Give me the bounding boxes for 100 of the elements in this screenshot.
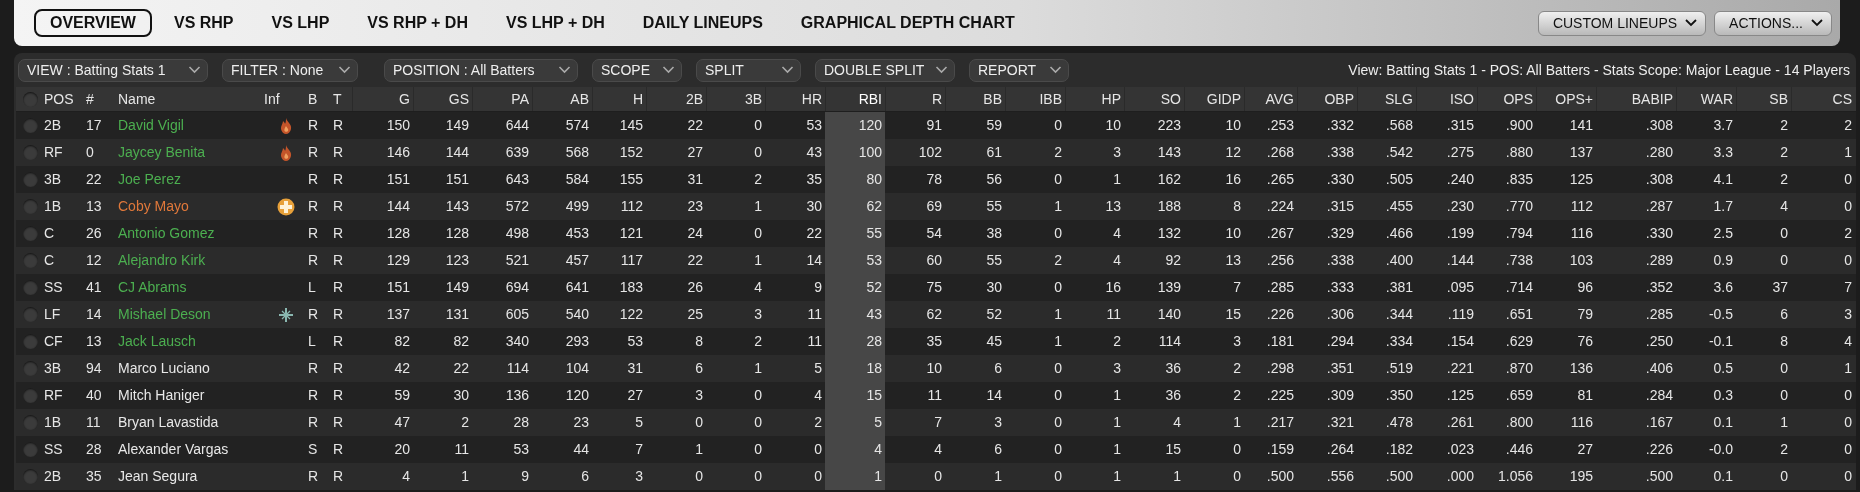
table-cell-text: 3	[993, 413, 1003, 432]
column-header[interactable]: IBB	[1005, 87, 1065, 111]
column-header[interactable]: AB	[532, 87, 592, 111]
row-radio[interactable]	[22, 469, 38, 484]
dropdown-button[interactable]: CUSTOM LINEUPS	[1537, 10, 1707, 36]
player-name[interactable]: Alexander Vargas	[118, 436, 264, 463]
player-name[interactable]: Joe Perez	[118, 166, 264, 193]
player-name[interactable]: Bryan Lavastida	[118, 409, 264, 436]
column-header[interactable]: HR	[765, 87, 825, 111]
player-name[interactable]: Marco Luciano	[118, 355, 264, 382]
filter-dropdown[interactable]: REPORT	[969, 58, 1069, 82]
table-cell-text: .261	[1445, 413, 1475, 432]
column-header[interactable]: PA	[472, 87, 532, 111]
row-radio[interactable]	[22, 442, 38, 457]
column-header[interactable]: 3B	[706, 87, 765, 111]
player-name[interactable]: CJ Abrams	[118, 274, 264, 301]
table-cell-text: 0	[1053, 170, 1063, 189]
player-name[interactable]: Coby Mayo	[118, 193, 264, 220]
column-header[interactable]: #	[86, 87, 118, 111]
player-name[interactable]: Mishael Deson	[118, 301, 264, 328]
row-radio[interactable]	[22, 361, 38, 376]
table-row[interactable]: RF 40 Mitch Haniger R R 59 30 136 120 27 3 0 4 15 11 14 0 1 36 2 .225 .309 .350 .125 .659 81 .284 0.3 0 0	[16, 382, 1856, 409]
column-header[interactable]: POS	[44, 87, 86, 111]
table-cell-text: .794	[1504, 224, 1534, 243]
row-radio[interactable]	[22, 388, 38, 403]
row-radio[interactable]	[22, 199, 38, 214]
table-cell-text: 2	[813, 413, 823, 432]
row-radio[interactable]	[22, 118, 38, 133]
table-cell: 43	[825, 301, 885, 328]
filter-dropdown[interactable]: POSITION : All Batters	[384, 58, 578, 82]
dropdown-button[interactable]: ACTIONS...	[1714, 10, 1832, 36]
column-header[interactable]: G	[352, 87, 413, 111]
column-header[interactable]: CS	[1791, 87, 1855, 111]
table-cell-text: 3	[1112, 143, 1122, 162]
player-name[interactable]: Jean Segura	[118, 463, 264, 490]
table-row[interactable]: SS 41 CJ Abrams L R 151 149 694 641 183 26 4 9 52 75 30 0 16 139 7 .285 .333 .381 .095 .714 96 .352 3.6 37 7	[16, 274, 1856, 301]
column-header[interactable]: SLG	[1357, 87, 1416, 111]
player-name[interactable]: David Vigil	[118, 112, 264, 139]
column-header[interactable]: GIDP	[1184, 87, 1244, 111]
row-radio[interactable]	[22, 226, 38, 241]
row-radio[interactable]	[22, 145, 38, 160]
player-name[interactable]: Jaycey Benita	[118, 139, 264, 166]
row-radio[interactable]	[22, 415, 38, 430]
table-row[interactable]: 3B 22 Joe Perez R R 151 151 643 584 155 31 2 35 80 78 56 0 1 162 16 .265 .330 .505 .240 .835 125 .308 4.1 2 0	[16, 166, 1856, 193]
filter-dropdown[interactable]: DOUBLE SPLIT	[815, 58, 955, 82]
table-row[interactable]: SS 28 Alexander Vargas S R 20 11 53 44 7 1 0 0 4 4 6 0 1 15 0 .159 .264 .182 .023 .446 27 .226 -0.0 2 0	[16, 436, 1856, 463]
column-header[interactable]: H	[592, 87, 646, 111]
column-header[interactable]: OPS	[1477, 87, 1536, 111]
tab[interactable]: VS LHP + DH	[489, 9, 621, 37]
column-header[interactable]: ISO	[1416, 87, 1477, 111]
row-radio[interactable]	[22, 253, 38, 268]
row-radio[interactable]	[22, 307, 38, 322]
table-cell-text: 2	[1779, 170, 1789, 189]
table-cell-text: 27	[626, 386, 644, 405]
column-header[interactable]: OPS+	[1536, 87, 1596, 111]
column-header[interactable]: OBP	[1297, 87, 1357, 111]
player-name[interactable]: Jack Lausch	[118, 328, 264, 355]
column-header[interactable]: SO	[1124, 87, 1184, 111]
column-header[interactable]: GS	[413, 87, 472, 111]
tab[interactable]: VS LHP	[255, 9, 346, 37]
table-cell-text: .330	[1325, 170, 1355, 189]
column-header[interactable]: AVG	[1244, 87, 1297, 111]
filter-dropdown[interactable]: SCOPE	[592, 58, 682, 82]
filter-dropdown[interactable]: FILTER : None	[222, 58, 358, 82]
column-header[interactable]: HP	[1065, 87, 1124, 111]
filter-dropdown[interactable]: SPLIT	[696, 58, 801, 82]
row-radio[interactable]	[22, 172, 38, 187]
row-radio[interactable]	[22, 334, 38, 349]
column-header[interactable]: RBI	[825, 87, 885, 111]
column-header[interactable]: SB	[1736, 87, 1791, 111]
column-header[interactable]: Name	[118, 87, 264, 111]
player-name[interactable]: Alejandro Kirk	[118, 247, 264, 274]
tab[interactable]: GRAPHICAL DEPTH CHART	[784, 9, 1031, 37]
tab[interactable]: DAILY LINEUPS	[626, 9, 779, 37]
column-header[interactable]: R	[885, 87, 945, 111]
table-cell: 4	[825, 436, 885, 463]
column-header[interactable]: T	[333, 87, 352, 111]
table-cell-text: 0	[1053, 224, 1063, 243]
column-header[interactable]: WAR	[1676, 87, 1736, 111]
table-row[interactable]: C 26 Antonio Gomez R R 128 128 498 453 121 24 0 22 55 54 38 0 4 132 10 .267 .329 .466 .199 .794 116 .330 2.5 0 2	[16, 220, 1856, 247]
row-radio[interactable]	[22, 280, 38, 295]
tab[interactable]: VS RHP	[157, 9, 250, 37]
table-cell-text: 0	[753, 386, 763, 405]
select-all-radio[interactable]	[22, 91, 38, 107]
table-cell-text: 22	[686, 251, 704, 270]
filter-dropdown[interactable]: VIEW : Batting Stats 1	[18, 58, 208, 82]
table-cell-text: 4	[1112, 251, 1122, 270]
table-row[interactable]: CF 13 Jack Lausch L R 82 82 340 293 53 8 2 11 28 35 45 1 2 114 3 .181 .294 .334 .154 .629 76 .250 -0.1 8 4	[16, 328, 1856, 355]
table-cell-text: 1	[1232, 413, 1242, 432]
column-header[interactable]: Inf	[264, 87, 308, 111]
column-header[interactable]: 2B	[646, 87, 706, 111]
tab[interactable]: VS RHP + DH	[351, 9, 484, 37]
column-header[interactable]: BABIP	[1596, 87, 1676, 111]
table-row[interactable]: 2B 17 David Vigil R R 150 149 644 574 145 22 0 53 120 91 59 0 10 223 10 .253 .332 .568 .315 .900 141 .308 3.7 2 2	[16, 112, 1856, 139]
tab[interactable]: OVERVIEW	[34, 9, 152, 37]
table-cell-text: -0.0	[1707, 440, 1734, 459]
column-header[interactable]: B	[308, 87, 333, 111]
player-name[interactable]: Antonio Gomez	[118, 220, 264, 247]
column-header[interactable]: BB	[945, 87, 1005, 111]
player-name[interactable]: Mitch Haniger	[118, 382, 264, 409]
